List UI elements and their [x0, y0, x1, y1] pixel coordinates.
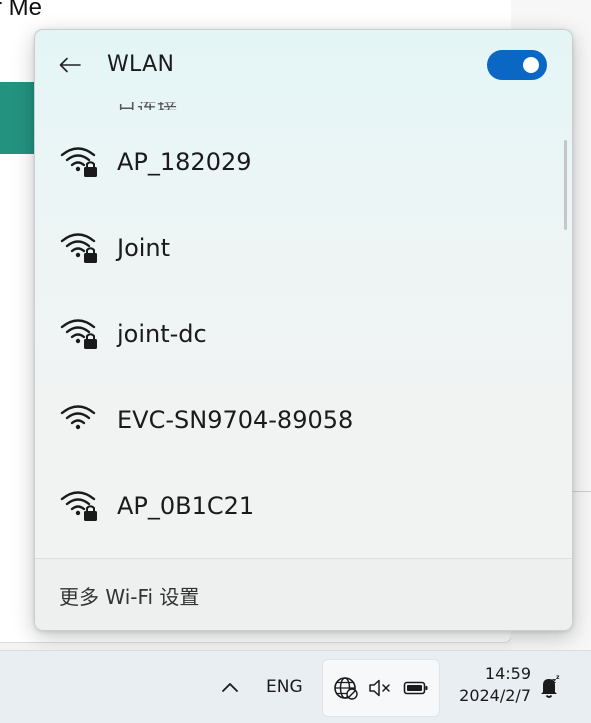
wifi-secured-icon [60, 319, 97, 349]
clock-time: 14:59 [484, 664, 531, 683]
network-item-joint[interactable]: Joint [35, 206, 560, 292]
background-window-text: r Me [0, 0, 42, 21]
taskbar-clock[interactable]: 14:59 2024/2/7 [449, 663, 531, 707]
battery-icon [403, 681, 428, 695]
quick-settings-button[interactable] [322, 659, 440, 717]
arrow-left-icon [59, 57, 81, 73]
network-list: AP_182029 Joint joint-dc EVC-SN9704-8905… [35, 120, 572, 556]
wifi-icon [60, 405, 96, 430]
network-name: Joint [117, 234, 171, 262]
svg-text:z: z [556, 674, 560, 681]
clock-date: 2024/2/7 [459, 686, 531, 705]
wlan-toggle[interactable] [487, 50, 547, 80]
globe-icon [334, 677, 358, 700]
network-list-scrollbar[interactable] [564, 140, 567, 230]
network-item-ap-0b1c21[interactable]: AP_0B1C21 [35, 464, 560, 550]
page-title: WLAN [107, 52, 175, 77]
network-name: AP_0B1C21 [117, 492, 255, 520]
volume-muted-icon [369, 679, 390, 697]
flyout-header: WLAN [35, 30, 572, 102]
wifi-secured-icon [60, 491, 97, 521]
network-item-evc-sn9704-89058[interactable]: EVC-SN9704-89058 [35, 378, 560, 464]
wifi-secured-icon [60, 147, 97, 177]
show-hidden-icons-button[interactable] [216, 673, 244, 701]
taskbar: ENG 14:59 2024/2/7 z z [0, 650, 591, 723]
more-wifi-settings-link[interactable]: 更多 Wi-Fi 设置 [59, 581, 199, 610]
input-language-indicator[interactable]: ENG [266, 677, 303, 697]
network-name: AP_182029 [117, 148, 252, 176]
network-item-joint-dc[interactable]: joint-dc [35, 292, 560, 378]
notification-bell-icon[interactable]: z z [535, 673, 563, 701]
network-item-ap-182029[interactable]: AP_182029 [35, 120, 560, 206]
flyout-footer: 更多 Wi-Fi 设置 [35, 558, 572, 630]
chevron-up-icon [222, 683, 238, 692]
clipped-section-label: 已连接 [35, 102, 572, 110]
network-name: EVC-SN9704-89058 [117, 406, 354, 434]
wifi-secured-icon [60, 233, 97, 263]
back-button[interactable] [53, 48, 87, 82]
network-name: joint-dc [117, 320, 207, 348]
connected-section-label: 已连接 [117, 102, 177, 110]
toggle-knob [523, 57, 539, 73]
wlan-flyout: WLAN 已连接 AP_182029 [34, 29, 573, 631]
